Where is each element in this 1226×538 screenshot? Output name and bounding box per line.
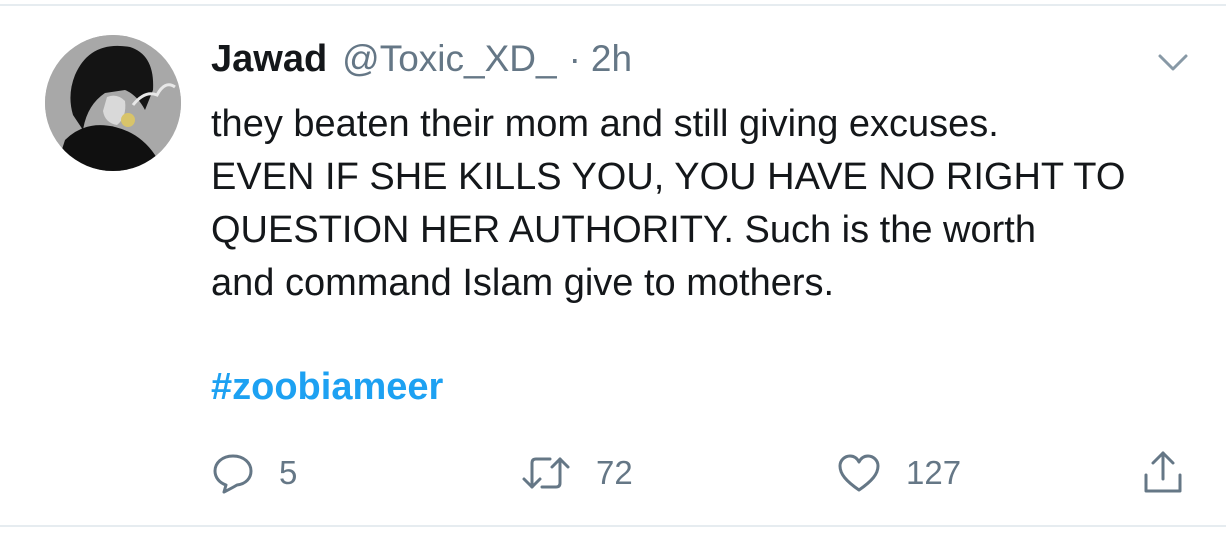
reply-button[interactable]: 5 [211, 445, 297, 501]
tweet-text-line: QUESTION HER AUTHORITY. Such is the wort… [211, 209, 1036, 251]
reply-count: 5 [279, 454, 298, 491]
like-count: 127 [906, 454, 962, 491]
chevron-down-icon [1158, 54, 1188, 71]
like-button[interactable]: 127 [836, 445, 961, 501]
tweet-text-line: they beaten their mom and still giving e… [211, 103, 999, 145]
retweet-count: 72 [596, 454, 633, 491]
reply-icon [213, 454, 253, 494]
heart-icon [838, 454, 880, 492]
share-button[interactable] [1140, 445, 1186, 501]
share-icon [1144, 451, 1182, 493]
bottom-divider [0, 525, 1226, 527]
tweet-timestamp[interactable]: 2h [591, 38, 632, 80]
author-handle[interactable]: @Toxic_XD_ [342, 38, 556, 80]
retweet-button[interactable]: 72 [520, 445, 633, 501]
header-separator: · [568, 38, 581, 79]
tweet-text: they beaten their mom and still giving e… [211, 98, 1211, 310]
tweet-header: Jawad @Toxic_XD_ · 2h [211, 38, 632, 88]
author-name[interactable]: Jawad [211, 38, 327, 81]
top-divider [0, 4, 1226, 6]
tweet-actions: 5 72 127 [0, 445, 1226, 501]
tweet-more-button[interactable] [1156, 48, 1190, 76]
tweet-text-line: EVEN IF SHE KILLS YOU, YOU HAVE NO RIGHT… [211, 156, 1126, 198]
hashtag-link[interactable]: #zoobiameer [211, 366, 443, 409]
tweet-text-line: and command Islam give to mothers. [211, 262, 835, 304]
avatar[interactable] [45, 35, 181, 171]
retweet-icon [522, 457, 570, 489]
avatar-image [45, 35, 181, 171]
